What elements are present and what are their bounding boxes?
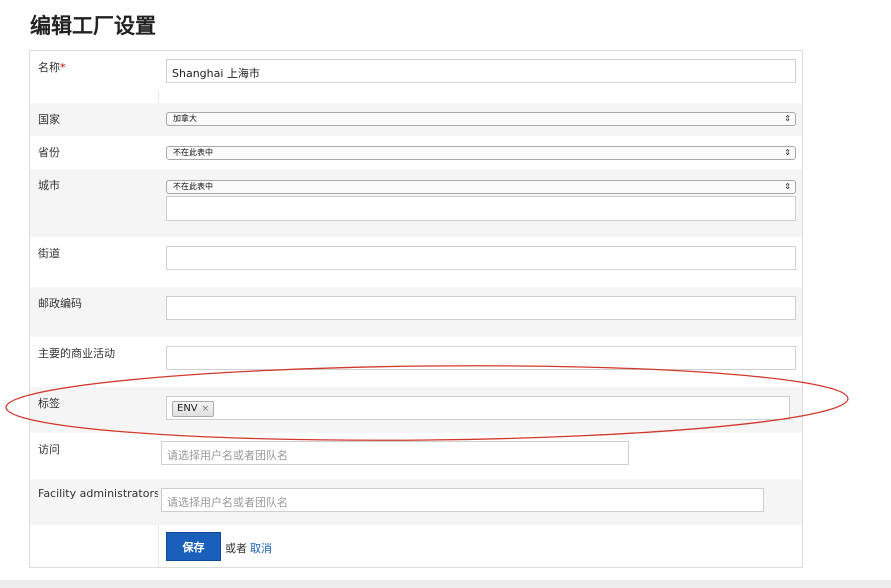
country-select[interactable]: 加拿大 ⇕ — [166, 112, 796, 126]
save-button[interactable]: 保存 — [166, 532, 221, 561]
name-label: 名称* — [38, 61, 66, 74]
tags-input[interactable]: ENV × — [166, 396, 790, 420]
row-country: 国家 加拿大 ⇕ — [30, 103, 802, 136]
city-other-input[interactable] — [166, 196, 796, 221]
or-text: 或者 — [225, 542, 247, 555]
bottom-bar — [0, 580, 891, 588]
row-business: 主要的商业活动 — [30, 337, 802, 387]
business-input[interactable] — [166, 346, 796, 370]
select-arrows-icon: ⇕ — [784, 114, 791, 123]
required-mark: * — [60, 61, 66, 74]
row-street: 街道 — [30, 237, 802, 287]
tags-label: 标签 — [38, 397, 60, 410]
select-arrows-icon: ⇕ — [784, 182, 791, 191]
row-access: 访问 请选择用户名或者团队名 — [30, 433, 802, 479]
province-label: 省份 — [38, 146, 60, 159]
postal-label: 邮政编码 — [38, 297, 82, 310]
country-label: 国家 — [38, 113, 60, 126]
city-select[interactable]: 不在此表中 ⇕ — [166, 180, 796, 194]
admins-label: Facility administrators — [38, 487, 160, 500]
row-admins: Facility administrators 请选择用户名或者团队名 — [30, 479, 802, 525]
tag-chip: ENV × — [172, 401, 215, 417]
access-label: 访问 — [38, 443, 60, 456]
row-province: 省份 不在此表中 ⇕ — [30, 136, 802, 169]
row-tags: 标签 ENV × — [30, 387, 802, 433]
row-name: 名称* Shanghai 上海市 — [30, 51, 802, 91]
facility-settings-form: 名称* Shanghai 上海市 国家 加拿大 ⇕ 省份 不在此表中 ⇕ 城市 … — [29, 50, 803, 568]
page-title: 编辑工厂设置 — [30, 14, 156, 38]
postal-input[interactable] — [166, 296, 796, 320]
business-label: 主要的商业活动 — [38, 347, 115, 360]
row-city: 城市 不在此表中 ⇕ — [30, 169, 802, 237]
city-label: 城市 — [38, 179, 60, 192]
remove-tag-icon[interactable]: × — [202, 404, 210, 414]
admins-input[interactable]: 请选择用户名或者团队名 — [161, 488, 764, 512]
street-input[interactable] — [166, 246, 796, 270]
street-label: 街道 — [38, 247, 60, 260]
access-input[interactable]: 请选择用户名或者团队名 — [161, 441, 629, 465]
select-arrows-icon: ⇕ — [784, 148, 791, 157]
cancel-link[interactable]: 取消 — [250, 540, 272, 556]
row-postal: 邮政编码 — [30, 287, 802, 337]
name-input[interactable]: Shanghai 上海市 — [166, 59, 796, 83]
province-select[interactable]: 不在此表中 ⇕ — [166, 146, 796, 160]
